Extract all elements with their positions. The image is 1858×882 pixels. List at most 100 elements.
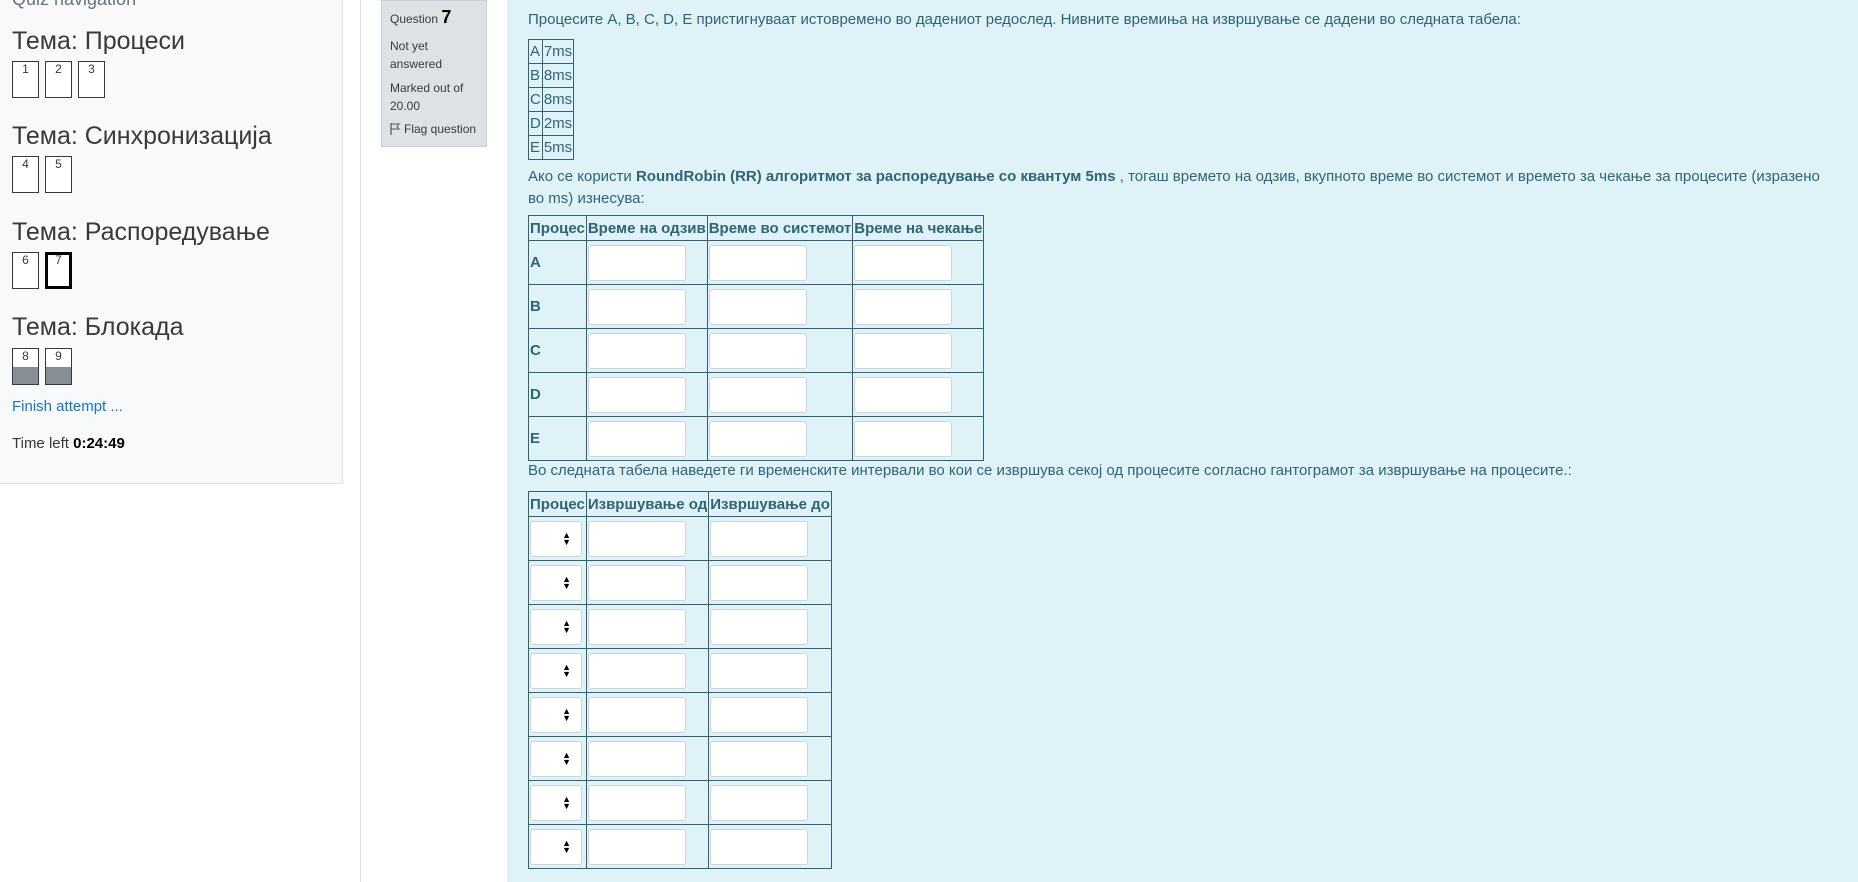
execution-start-input[interactable] <box>587 608 686 645</box>
input-cell <box>708 648 832 693</box>
burst-time-cell: 5ms <box>541 135 575 160</box>
select-cell: ▲ ▼ <box>528 604 587 649</box>
time-left-label: Time left <box>12 435 69 452</box>
process-select[interactable]: ▲ ▼ <box>530 652 582 689</box>
column-header: Процес <box>528 215 587 241</box>
process-select[interactable]: ▲ ▼ <box>530 564 582 601</box>
select-cell: ▲ ▼ <box>528 736 587 781</box>
response-time-input[interactable] <box>587 288 686 325</box>
finish-attempt-link[interactable]: Finish attempt ... <box>12 398 123 415</box>
section-question-buttons: 1 2 3 <box>12 61 105 98</box>
input-cell <box>585 648 710 693</box>
execution-start-input[interactable] <box>587 520 686 557</box>
turnaround-time-input[interactable] <box>708 244 807 281</box>
process-select[interactable]: ▲ ▼ <box>530 740 582 777</box>
burst-process-cell: D <box>528 111 543 136</box>
table-row: ▲ ▼ <box>528 604 832 649</box>
execution-end-input[interactable] <box>710 828 809 865</box>
quiz-nav-button-5[interactable]: 5 <box>45 156 72 193</box>
input-cell <box>708 824 832 869</box>
select-arrows-icon: ▲ ▼ <box>562 749 571 767</box>
table-row: ▲ ▼ <box>528 824 832 869</box>
execution-start-input[interactable] <box>587 828 686 865</box>
quiz-nav-button-8[interactable]: 8 <box>12 348 39 385</box>
select-arrows-icon: ▲ ▼ <box>562 705 571 723</box>
process-select[interactable]: ▲ ▼ <box>530 784 582 821</box>
input-cell <box>706 372 854 417</box>
input-cell <box>585 240 708 285</box>
quiz-nav-button-6[interactable]: 6 <box>12 252 39 289</box>
turnaround-time-input[interactable] <box>708 288 807 325</box>
execution-end-input[interactable] <box>710 564 809 601</box>
column-header: Извршување до <box>708 491 832 517</box>
process-select[interactable]: ▲ ▼ <box>530 608 582 645</box>
waiting-time-input[interactable] <box>854 288 953 325</box>
column-header: Време на чекање <box>852 215 985 241</box>
quiz-nav-button-9[interactable]: 9 <box>45 348 72 385</box>
column-divider <box>360 0 361 882</box>
quiz-navigation-panel: Quiz navigation Тема: Процеси 1 2 3 Тема… <box>0 0 343 484</box>
execution-start-input[interactable] <box>587 652 686 689</box>
waiting-time-input[interactable] <box>854 420 953 457</box>
burst-time-cell: 8ms <box>541 87 575 112</box>
input-cell <box>852 240 985 285</box>
process-label: A <box>528 240 587 285</box>
algorithm-name: RoundRobin (RR) алгоритмот за распоредув… <box>635 168 1116 185</box>
column-header: Процес <box>528 491 587 517</box>
process-select[interactable]: ▲ ▼ <box>530 520 582 557</box>
table-row: D <box>528 372 985 417</box>
execution-end-input[interactable] <box>710 740 809 777</box>
execution-end-input[interactable] <box>710 608 809 645</box>
turnaround-time-input[interactable] <box>708 420 807 457</box>
select-cell: ▲ ▼ <box>528 780 587 825</box>
execution-start-input[interactable] <box>587 784 686 821</box>
quiz-nav-button-4[interactable]: 4 <box>12 156 39 193</box>
select-arrows-icon: ▲ ▼ <box>562 793 571 811</box>
table-row: ▲ ▼ <box>528 736 832 781</box>
quiz-navigation-heading: Quiz navigation <box>12 0 136 10</box>
select-arrows-icon: ▲ ▼ <box>562 661 571 679</box>
response-time-input[interactable] <box>587 332 686 369</box>
waiting-time-input[interactable] <box>854 332 953 369</box>
time-left-value: 0:24:49 <box>73 435 125 452</box>
quiz-nav-button-1[interactable]: 1 <box>12 61 39 98</box>
question-instructions: Ако се користи RoundRobin (RR) алгоритмо… <box>528 168 1820 207</box>
execution-end-input[interactable] <box>710 696 809 733</box>
quiz-nav-button-7-current[interactable]: 7 <box>45 252 72 289</box>
execution-start-input[interactable] <box>587 564 686 601</box>
execution-end-input[interactable] <box>710 652 809 689</box>
table-row: A <box>528 240 985 285</box>
response-time-input[interactable] <box>587 244 686 281</box>
input-cell <box>852 372 985 417</box>
question-state: Not yet answered <box>390 39 443 71</box>
quiz-nav-button-3[interactable]: 3 <box>78 61 105 98</box>
input-cell <box>852 284 985 329</box>
waiting-time-input[interactable] <box>854 244 953 281</box>
input-cell <box>708 516 832 561</box>
waiting-time-input[interactable] <box>854 376 953 413</box>
response-time-input[interactable] <box>587 376 686 413</box>
execution-end-input[interactable] <box>710 520 809 557</box>
flag-question-button[interactable]: Flag question <box>390 122 478 136</box>
input-cell <box>706 284 854 329</box>
process-select[interactable]: ▲ ▼ <box>530 696 582 733</box>
turnaround-time-input[interactable] <box>708 376 807 413</box>
input-cell <box>708 736 832 781</box>
turnaround-time-input[interactable] <box>708 332 807 369</box>
select-arrows-icon: ▲ ▼ <box>562 573 571 591</box>
execution-start-input[interactable] <box>587 696 686 733</box>
question-info-box: Question 7 Not yet answered Marked out o… <box>381 0 487 147</box>
burst-time-cell: 8ms <box>541 63 575 88</box>
burst-process-cell: C <box>528 87 543 112</box>
select-arrows-icon: ▲ ▼ <box>562 837 571 855</box>
table-row: ▲ ▼ <box>528 516 832 561</box>
process-select[interactable]: ▲ ▼ <box>530 828 582 865</box>
quiz-nav-button-2[interactable]: 2 <box>45 61 72 98</box>
execution-end-input[interactable] <box>710 784 809 821</box>
select-cell: ▲ ▼ <box>528 824 587 869</box>
section-question-buttons: 4 5 <box>12 156 72 193</box>
response-time-input[interactable] <box>587 420 686 457</box>
execution-start-input[interactable] <box>587 740 686 777</box>
burst-time-cell: 7ms <box>541 39 575 64</box>
input-cell <box>585 560 710 605</box>
